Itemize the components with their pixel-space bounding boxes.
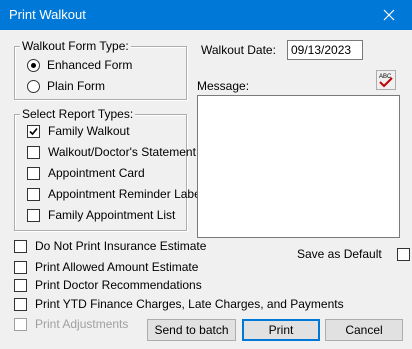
cancel-button[interactable]: Cancel — [325, 319, 403, 341]
family-appointment-list-checkbox[interactable] — [27, 208, 40, 222]
option-print-adjustments: Print Adjustments — [14, 317, 128, 331]
print-ytd-finance-charges-checkbox[interactable] — [14, 297, 27, 311]
option-print-allowed-amount-estimate[interactable]: Print Allowed Amount Estimate — [14, 260, 198, 274]
spellcheck-icon[interactable]: ABC — [376, 70, 396, 90]
walkout-doctor-statement-checkbox[interactable] — [27, 145, 40, 159]
option-print-ytd-finance-charges[interactable]: Print YTD Finance Charges, Late Charges,… — [14, 297, 344, 311]
message-label: Message: — [197, 79, 250, 93]
report-family-appointment-list[interactable]: Family Appointment List — [27, 208, 175, 222]
option-print-doctor-recommendations[interactable]: Print Doctor Recommendations — [14, 278, 202, 292]
appointment-reminder-label-checkbox[interactable] — [27, 187, 40, 201]
print-ytd-finance-charges-label: Print YTD Finance Charges, Late Charges,… — [35, 297, 344, 311]
close-icon — [383, 9, 395, 21]
family-walkout-checkbox[interactable] — [27, 124, 40, 138]
print-allowed-amount-estimate-checkbox[interactable] — [14, 260, 27, 274]
family-walkout-label: Family Walkout — [48, 124, 130, 138]
do-not-print-insurance-estimate-label: Do Not Print Insurance Estimate — [35, 239, 207, 253]
walkout-doctor-statement-label: Walkout/Doctor's Statement — [48, 145, 196, 159]
print-doctor-recommendations-checkbox[interactable] — [14, 278, 27, 292]
close-button[interactable] — [366, 0, 412, 30]
enhanced-form-radio[interactable] — [27, 58, 40, 72]
enhanced-form-label: Enhanced Form — [47, 58, 133, 72]
option-do-not-print-insurance-estimate[interactable]: Do Not Print Insurance Estimate — [14, 239, 206, 253]
save-as-default-checkbox[interactable] — [396, 247, 410, 261]
appointment-reminder-label-label: Appointment Reminder Label — [48, 187, 204, 201]
plain-form-label: Plain Form — [47, 79, 106, 93]
print-allowed-amount-estimate-label: Print Allowed Amount Estimate — [35, 260, 199, 274]
report-appointment-card[interactable]: Appointment Card — [27, 166, 145, 180]
checkmark-icon — [29, 127, 38, 135]
family-appointment-list-label: Family Appointment List — [48, 208, 176, 222]
do-not-print-insurance-estimate-checkbox[interactable] — [14, 239, 27, 253]
window-title: Print Walkout — [9, 7, 86, 22]
report-walkout-doctor-statement[interactable]: Walkout/Doctor's Statement — [27, 145, 196, 159]
print-adjustments-label: Print Adjustments — [35, 317, 129, 331]
print-doctor-recommendations-label: Print Doctor Recommendations — [35, 278, 202, 292]
save-as-default-label: Save as Default — [297, 247, 382, 261]
walkout-date-input[interactable] — [287, 40, 363, 60]
print-adjustments-checkbox — [14, 317, 27, 331]
appointment-card-label: Appointment Card — [48, 166, 145, 180]
appointment-card-checkbox[interactable] — [27, 166, 40, 180]
report-appointment-reminder-label[interactable]: Appointment Reminder Label — [27, 187, 203, 201]
report-family-walkout[interactable]: Family Walkout — [27, 124, 130, 138]
report-types-legend: Select Report Types: — [20, 107, 136, 121]
save-as-default[interactable]: Save as Default — [297, 247, 410, 261]
radio-enhanced-form[interactable]: Enhanced Form — [27, 58, 132, 72]
print-button[interactable]: Print — [242, 319, 320, 341]
radio-plain-form[interactable]: Plain Form — [27, 79, 105, 93]
walkout-date-label: Walkout Date: — [201, 43, 276, 57]
form-type-legend: Walkout Form Type: — [20, 39, 131, 53]
title-bar: Print Walkout — [0, 0, 412, 30]
plain-form-radio[interactable] — [27, 79, 40, 93]
message-textarea[interactable] — [197, 95, 400, 238]
send-to-batch-button[interactable]: Send to batch — [147, 319, 236, 341]
